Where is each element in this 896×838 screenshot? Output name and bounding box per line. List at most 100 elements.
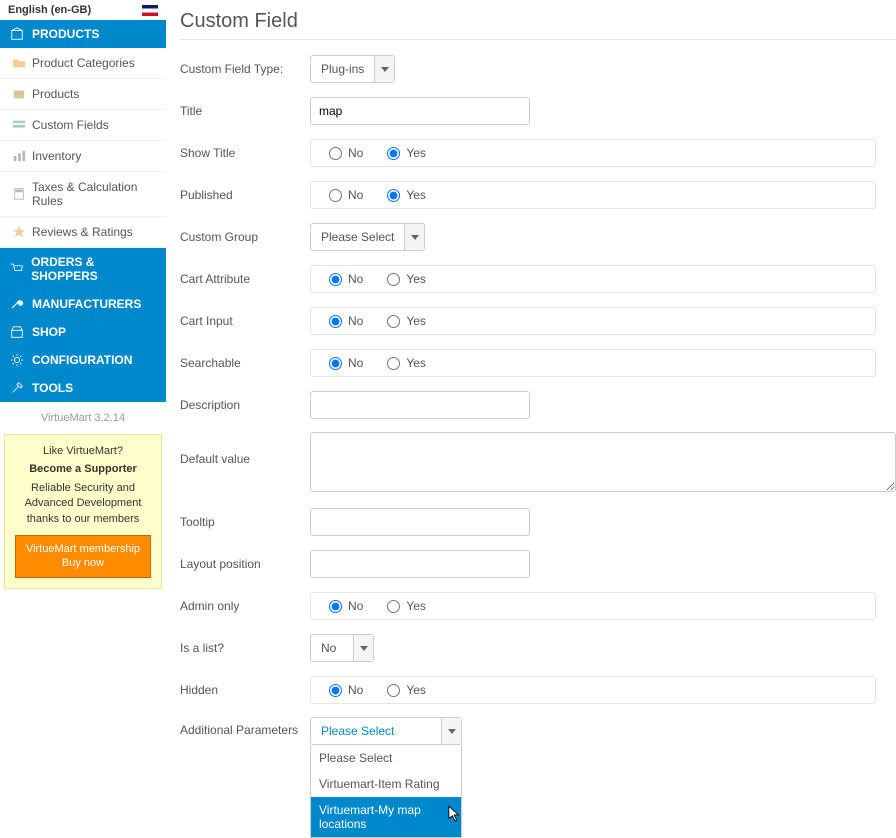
radio-cart-attribute: No Yes	[310, 265, 876, 293]
nav-section-label: TOOLS	[32, 381, 73, 395]
nav-item-reviews[interactable]: Reviews & Ratings	[0, 217, 166, 248]
nav-item-taxes[interactable]: Taxes & Calculation Rules	[0, 172, 166, 217]
radio-show-title: No Yes	[310, 139, 876, 167]
label-default-value: Default value	[180, 432, 310, 466]
language-label: English (en-GB)	[8, 4, 91, 16]
label-title: Title	[180, 104, 310, 118]
radio-cart-input-no[interactable]: No	[329, 314, 363, 328]
radio-searchable-yes[interactable]: Yes	[387, 356, 426, 370]
textarea-default-value[interactable]	[310, 432, 896, 492]
label-admin-only: Admin only	[180, 599, 310, 613]
input-tooltip[interactable]	[310, 508, 530, 536]
nav-section-label: SHOP	[32, 325, 66, 339]
dropdown-option-my-map-locations[interactable]: Virtuemart-My map locations	[311, 797, 461, 837]
promo-question: Like VirtueMart?	[15, 445, 151, 457]
version-text: VirtueMart 3.2.14	[0, 406, 166, 430]
nav-section-label: MANUFACTURERS	[32, 297, 141, 311]
radio-hidden-no[interactable]: No	[329, 683, 363, 697]
nav-item-label: Taxes & Calculation Rules	[32, 180, 156, 208]
label-description: Description	[180, 398, 310, 412]
box-icon	[10, 27, 24, 41]
chevron-down-icon[interactable]	[353, 635, 373, 661]
flag-icon	[142, 5, 158, 16]
input-title[interactable]	[310, 97, 530, 125]
nav-section-shop[interactable]: SHOP	[0, 318, 166, 346]
promo-desc: Reliable Security and Advanced Developme…	[15, 481, 151, 527]
box-icon	[12, 87, 26, 101]
radio-admin-only-yes[interactable]: Yes	[387, 599, 426, 613]
radio-cart-input: No Yes	[310, 307, 876, 335]
chevron-down-icon[interactable]	[404, 224, 424, 250]
select-additional-parameters[interactable]: Please Select	[310, 717, 462, 745]
input-description[interactable]	[310, 391, 530, 419]
nav-item-label: Product Categories	[32, 56, 135, 70]
nav-item-label: Reviews & Ratings	[32, 225, 133, 239]
nav-section-orders[interactable]: ORDERS & SHOPPERS	[0, 248, 166, 290]
tools-icon	[10, 381, 24, 395]
nav-item-inventory[interactable]: Inventory	[0, 141, 166, 172]
radio-published-yes[interactable]: Yes	[387, 188, 426, 202]
radio-hidden-yes[interactable]: Yes	[387, 683, 426, 697]
nav-section-label: PRODUCTS	[32, 27, 99, 41]
main-content: Custom Field Custom Field Type: Plug-ins…	[166, 0, 896, 759]
label-cart-input: Cart Input	[180, 314, 310, 328]
select-text: Please Select	[311, 718, 441, 744]
select-text: Please Select	[311, 224, 404, 250]
label-tooltip: Tooltip	[180, 515, 310, 529]
input-layout-position[interactable]	[310, 550, 530, 578]
radio-searchable: No Yes	[310, 349, 876, 377]
radio-searchable-no[interactable]: No	[329, 356, 363, 370]
select-custom-field-type[interactable]: Plug-ins	[310, 55, 395, 83]
radio-admin-only-no[interactable]: No	[329, 599, 363, 613]
nav-item-label: Inventory	[32, 149, 81, 163]
radio-published: No Yes	[310, 181, 876, 209]
select-custom-group[interactable]: Please Select	[310, 223, 425, 251]
radio-cart-attr-no[interactable]: No	[329, 272, 363, 286]
promo-buy-button[interactable]: VirtueMart membership Buy now	[15, 535, 151, 578]
promo-become: Become a Supporter	[15, 463, 151, 475]
label-custom-field-type: Custom Field Type:	[180, 62, 310, 76]
nav-item-label: Products	[32, 87, 79, 101]
radio-cart-input-yes[interactable]: Yes	[387, 314, 426, 328]
nav-section-tools[interactable]: TOOLS	[0, 374, 166, 402]
select-is-list[interactable]: No	[310, 634, 374, 662]
label-searchable: Searchable	[180, 356, 310, 370]
chevron-down-icon[interactable]	[374, 56, 394, 82]
nav-item-label: Custom Fields	[32, 118, 109, 132]
chevron-down-icon[interactable]	[441, 718, 461, 744]
nav-section-manufacturers[interactable]: MANUFACTURERS	[0, 290, 166, 318]
nav-section-label: ORDERS & SHOPPERS	[31, 255, 156, 283]
promo-box: Like VirtueMart? Become a Supporter Reli…	[4, 434, 162, 589]
nav-section-configuration[interactable]: CONFIGURATION	[0, 346, 166, 374]
nav-section-label: CONFIGURATION	[32, 353, 132, 367]
nav-item-custom-fields[interactable]: Custom Fields	[0, 110, 166, 141]
label-show-title: Show Title	[180, 146, 310, 160]
select-text: Plug-ins	[311, 56, 374, 82]
language-bar[interactable]: English (en-GB)	[0, 0, 166, 20]
star-icon	[12, 225, 26, 239]
nav-item-product-categories[interactable]: Product Categories	[0, 48, 166, 79]
label-custom-group: Custom Group	[180, 230, 310, 244]
radio-published-no[interactable]: No	[329, 188, 363, 202]
dropdown-option-item-rating[interactable]: Virtuemart-Item Rating	[311, 771, 461, 797]
nav-section-products[interactable]: PRODUCTS	[0, 20, 166, 48]
dropdown-option-please-select[interactable]: Please Select	[311, 745, 461, 771]
page-title: Custom Field	[180, 0, 896, 40]
label-is-list: Is a list?	[180, 641, 310, 655]
label-additional-parameters: Additional Parameters	[180, 717, 310, 737]
radio-hidden: No Yes	[310, 676, 876, 704]
shop-icon	[10, 325, 24, 339]
radio-cart-attr-yes[interactable]: Yes	[387, 272, 426, 286]
label-cart-attribute: Cart Attribute	[180, 272, 310, 286]
calculator-icon	[12, 187, 26, 201]
chart-icon	[12, 149, 26, 163]
dropdown-list: Please Select Virtuemart-Item Rating Vir…	[310, 745, 462, 838]
gear-icon	[10, 353, 24, 367]
label-layout-position: Layout position	[180, 557, 310, 571]
folder-icon	[12, 56, 26, 70]
radio-show-title-no[interactable]: No	[329, 146, 363, 160]
nav-item-products[interactable]: Products	[0, 79, 166, 110]
radio-show-title-yes[interactable]: Yes	[387, 146, 426, 160]
label-published: Published	[180, 188, 310, 202]
wrench-icon	[10, 297, 24, 311]
